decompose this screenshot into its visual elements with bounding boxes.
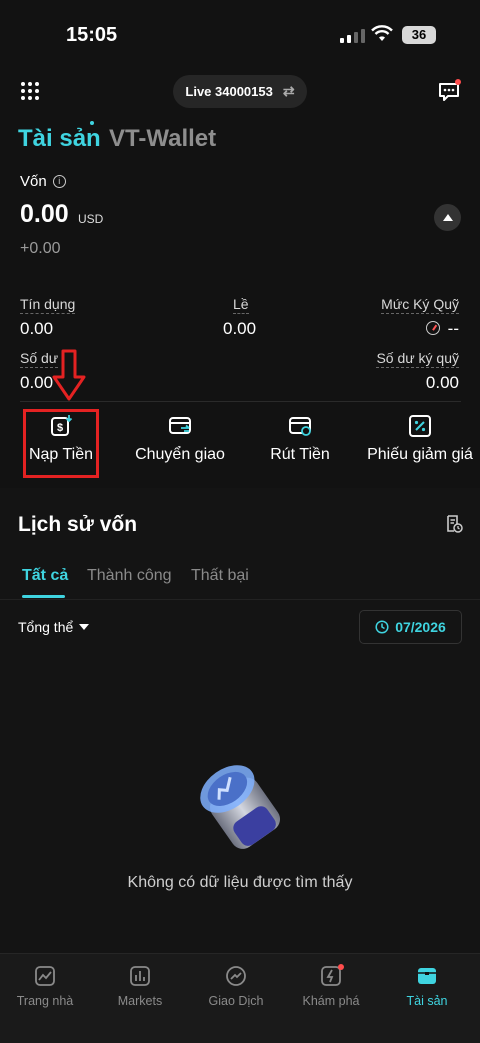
caret-down-icon <box>79 624 90 630</box>
down-arrow-icon <box>52 349 86 401</box>
credit-value: 0.00 <box>20 319 54 338</box>
cellular-signal-icon <box>340 27 365 43</box>
collapse-button[interactable] <box>434 204 461 231</box>
tab-wallet-title[interactable]: VT-Wallet <box>109 125 216 153</box>
tab-success[interactable]: Thành công <box>87 567 172 585</box>
tabs-divider <box>0 599 480 600</box>
transfer-button[interactable]: Chuyển giao <box>120 414 240 464</box>
clock-icon <box>375 620 389 634</box>
title-indicator-dot <box>90 121 94 125</box>
markets-icon <box>130 966 150 986</box>
nav-home-label: Trang nhà <box>16 994 74 1008</box>
equity-label: Vốn <box>20 173 47 190</box>
nav-explore-label: Khám phá <box>302 994 360 1008</box>
credit-label: Tín dụng <box>20 296 76 314</box>
assets-icon <box>418 968 436 984</box>
trade-icon <box>226 966 246 986</box>
margin-label: Lề <box>233 296 249 314</box>
nav-assets[interactable]: Tài sản <box>379 965 475 1008</box>
history-title: Lịch sử vốn <box>18 513 138 536</box>
margin-value: 0.00 <box>223 319 257 338</box>
filter-label: Tổng thể <box>18 619 74 635</box>
apps-grid-icon[interactable] <box>21 82 39 100</box>
nav-markets-label: Markets <box>117 994 163 1008</box>
tab-all[interactable]: Tất cả <box>22 567 68 585</box>
explore-badge-dot <box>338 964 344 970</box>
account-label: Live 34000153 <box>185 84 273 99</box>
equity-change: +0.00 <box>20 240 61 257</box>
swap-icon: ⇄ <box>282 83 295 99</box>
coupon-icon <box>409 415 431 437</box>
history-report-icon[interactable] <box>445 515 463 533</box>
deposit-balance-value: 0.00 <box>425 373 459 392</box>
date-filter-button[interactable]: 07/2026 <box>359 610 462 644</box>
battery-indicator: 36 <box>402 26 436 44</box>
status-time: 15:05 <box>66 24 118 46</box>
withdraw-icon <box>289 417 311 436</box>
coupon-label: Phiếu giảm giá <box>367 446 473 463</box>
margin-level-value: -- <box>447 319 459 338</box>
nav-trade-label: Giao Dịch <box>208 994 264 1008</box>
highlight-box <box>23 409 99 478</box>
active-tab-indicator <box>22 595 65 598</box>
message-icon[interactable] <box>438 82 460 102</box>
transfer-icon <box>169 417 191 434</box>
deposit-balance-label: Số dư ký quỹ <box>376 350 459 368</box>
notification-dot <box>455 79 461 85</box>
equity-label-row: Vốn i <box>20 173 66 190</box>
nav-assets-label: Tài sản <box>406 994 448 1008</box>
empty-state-text: Không có dữ liệu được tìm thấy <box>127 874 353 891</box>
account-switcher[interactable]: Live 34000153 ⇄ <box>173 75 307 108</box>
coupon-button[interactable]: Phiếu giảm giá <box>360 414 480 464</box>
withdraw-label: Rút Tiền <box>270 446 330 463</box>
info-icon[interactable]: i <box>52 175 66 188</box>
equity-value: 0.00 <box>20 200 69 228</box>
margin-level-label: Mức Ký Quỹ <box>381 296 459 314</box>
empty-search-illustration <box>200 765 281 849</box>
wifi-icon <box>371 25 393 41</box>
nav-explore[interactable]: Khám phá <box>283 965 379 1008</box>
nav-trade[interactable]: Giao Dịch <box>188 965 284 1008</box>
transfer-label: Chuyển giao <box>135 446 225 463</box>
gauge-icon <box>426 321 440 335</box>
nav-home[interactable]: Trang nhà <box>0 965 93 1008</box>
tab-assets-title[interactable]: Tài sản <box>18 125 101 153</box>
overall-filter[interactable]: Tổng thể <box>18 619 90 635</box>
tab-failed[interactable]: Thất bại <box>191 567 249 585</box>
equity-unit: USD <box>78 212 104 226</box>
withdraw-button[interactable]: Rút Tiền <box>240 414 360 464</box>
balance-value: 0.00 <box>20 373 54 392</box>
nav-markets[interactable]: Markets <box>92 965 188 1008</box>
home-chart-icon <box>35 966 55 986</box>
date-filter-value: 07/2026 <box>395 619 446 635</box>
caret-up-icon <box>442 214 453 221</box>
divider <box>20 401 461 402</box>
